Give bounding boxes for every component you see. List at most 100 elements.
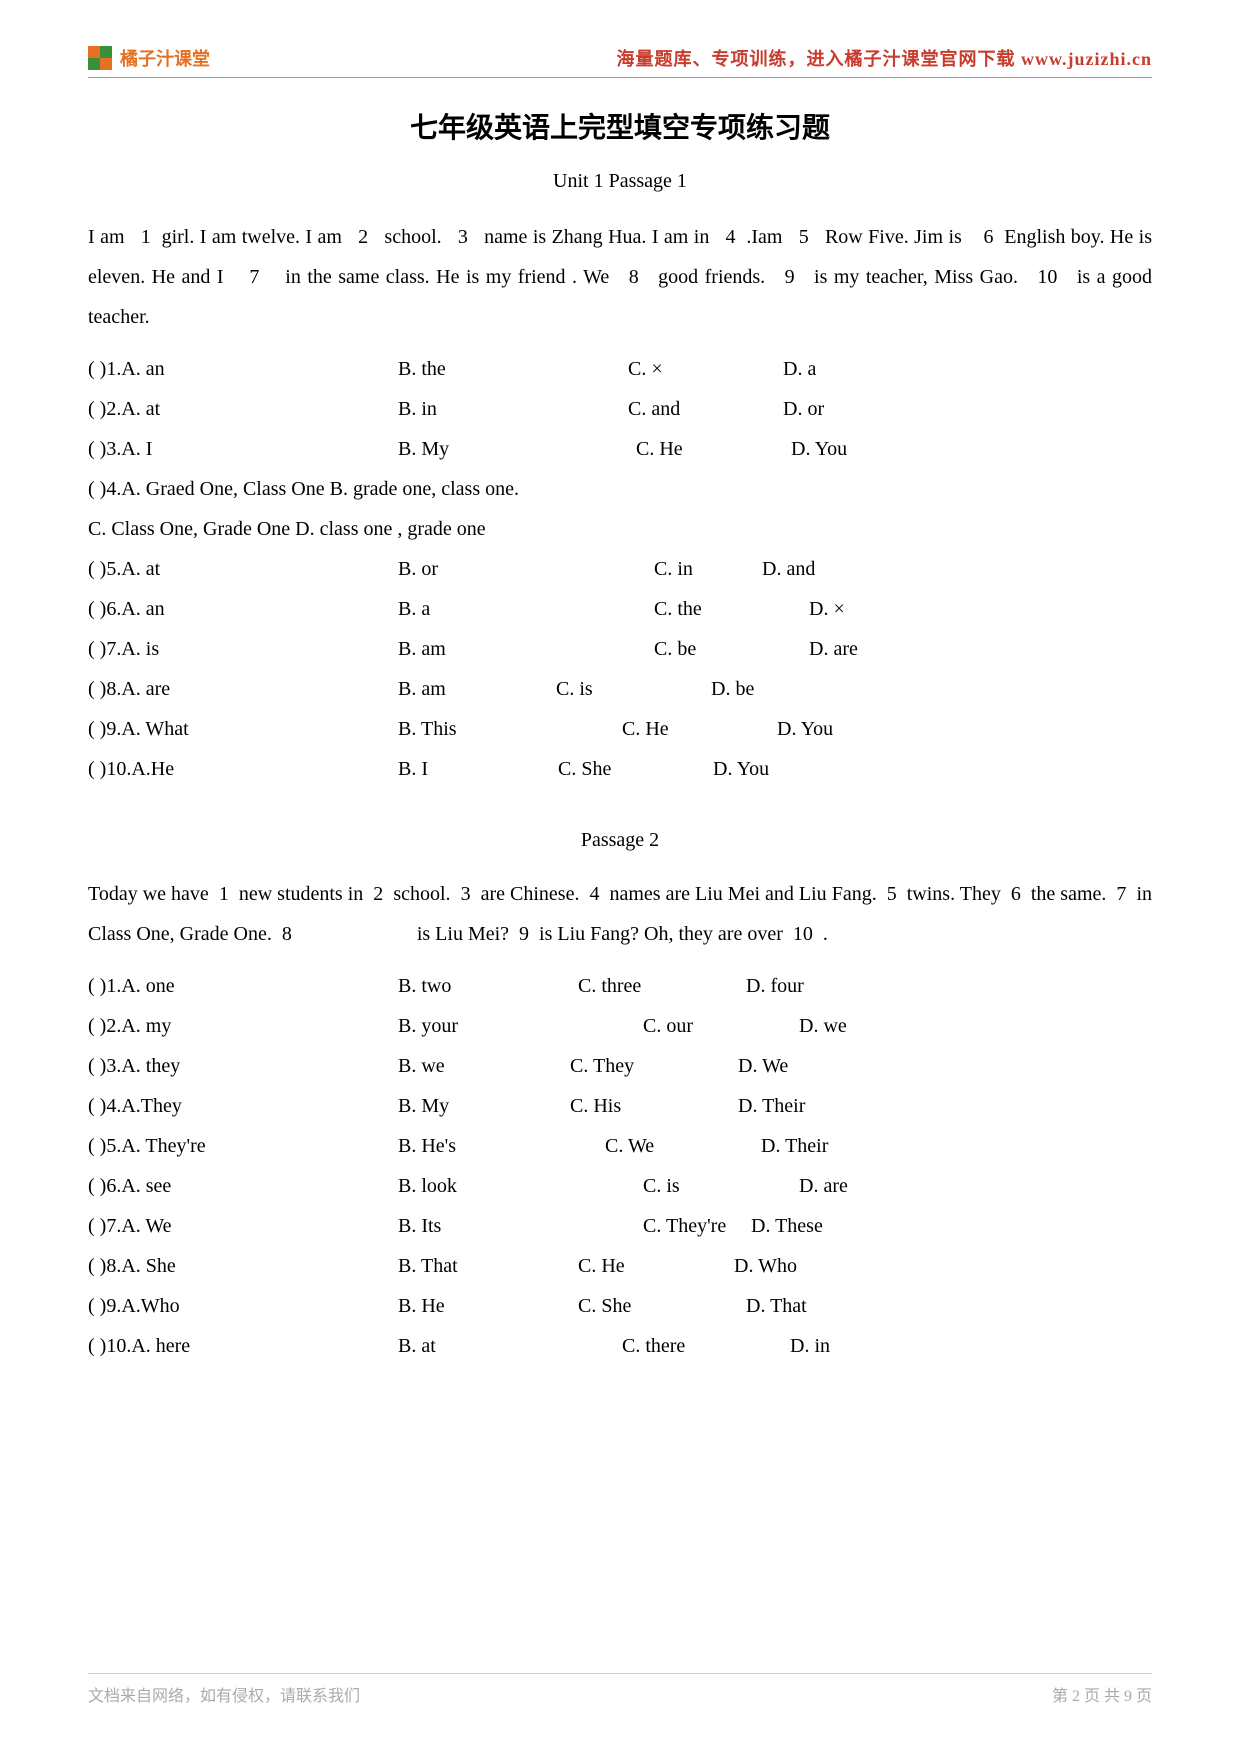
option-a: ( )8.A. She xyxy=(88,1246,398,1286)
header-link: 海量题库、专项训练，进入橘子汁课堂官网下载 www.juzizhi.cn xyxy=(617,45,1153,71)
option-b: B. I xyxy=(398,749,558,789)
option-b: B. two xyxy=(398,966,578,1006)
question-row: ( )9.A. WhatB. ThisC. HeD. You xyxy=(88,709,1152,749)
option-b: B. a xyxy=(398,589,654,629)
option-b: B. Its xyxy=(398,1206,643,1246)
option-d: D. or xyxy=(783,389,938,429)
option-b: B. we xyxy=(398,1046,570,1086)
option-c: C. in xyxy=(654,549,762,589)
option-c: C. They xyxy=(570,1046,738,1086)
option-a: ( )7.A. is xyxy=(88,629,398,669)
question-row: ( )7.A. WeB. ItsC. They'reD. These xyxy=(88,1206,1152,1246)
passage-1-questions: ( )1.A. anB. theC. ×D. a( )2.A. atB. inC… xyxy=(88,349,1152,789)
question-line: ( )4.A. Graed One, Class One B. grade on… xyxy=(88,469,1152,509)
option-a: ( )3.A. I xyxy=(88,429,398,469)
option-b: B. He's xyxy=(398,1126,605,1166)
option-c: C. She xyxy=(578,1286,746,1326)
question-row: ( )4.A.TheyB. MyC. HisD. Their xyxy=(88,1086,1152,1126)
option-a: ( )3.A. they xyxy=(88,1046,398,1086)
option-b: B. My xyxy=(398,429,636,469)
footer-left: 文档来自网络，如有侵权，请联系我们 xyxy=(88,1682,360,1706)
option-c: C. our xyxy=(643,1006,799,1046)
option-d: D. Their xyxy=(761,1126,929,1166)
question-row: ( )8.A. SheB. ThatC. HeD. Who xyxy=(88,1246,1152,1286)
question-line: C. Class One, Grade One D. class one , g… xyxy=(88,509,1152,549)
question-row: ( )10.A.HeB. IC. SheD. You xyxy=(88,749,1152,789)
option-c: C. His xyxy=(570,1086,738,1126)
option-d: D. four xyxy=(746,966,891,1006)
option-c: C. is xyxy=(643,1166,799,1206)
option-b: B. That xyxy=(398,1246,578,1286)
option-d: D. be xyxy=(711,669,866,709)
option-d: D. Who xyxy=(734,1246,902,1286)
option-c: C. and xyxy=(628,389,783,429)
option-d: D. Their xyxy=(738,1086,906,1126)
option-b: B. am xyxy=(398,629,654,669)
option-a: ( )7.A. We xyxy=(88,1206,398,1246)
question-row: ( )3.A. theyB. weC. TheyD. We xyxy=(88,1046,1152,1086)
option-a: ( )10.A. here xyxy=(88,1326,398,1366)
option-a: ( )8.A. are xyxy=(88,669,398,709)
question-row: ( )3.A. IB. MyC. HeD. You xyxy=(88,429,1152,469)
option-d: D. You xyxy=(713,749,868,789)
option-b: B. look xyxy=(398,1166,643,1206)
logo-text: 橘子汁课堂 xyxy=(120,45,210,71)
unit-passage-title: Unit 1 Passage 1 xyxy=(88,170,1152,193)
option-c: C. He xyxy=(622,709,777,749)
passage-1-text: I am 1 girl. I am twelve. I am 2 school.… xyxy=(88,217,1152,337)
option-b: B. in xyxy=(398,389,628,429)
footer-right: 第 2 页 共 9 页 xyxy=(1052,1682,1152,1706)
question-row: ( )1.A. oneB. twoC. threeD. four xyxy=(88,966,1152,1006)
option-d: D. in xyxy=(790,1326,938,1366)
option-a: ( )1.A. an xyxy=(88,349,398,389)
option-b: B. or xyxy=(398,549,654,589)
passage-2-questions: ( )1.A. oneB. twoC. threeD. four( )2.A. … xyxy=(88,966,1152,1366)
option-c: C. They're xyxy=(643,1206,751,1246)
option-d: D. We xyxy=(738,1046,883,1086)
option-a: ( )10.A.He xyxy=(88,749,398,789)
option-c: C. She xyxy=(558,749,713,789)
option-a: ( )1.A. one xyxy=(88,966,398,1006)
option-c: C. the xyxy=(654,589,809,629)
option-a: ( )6.A. an xyxy=(88,589,398,629)
main-title: 七年级英语上完型填空专项练习题 xyxy=(88,106,1152,146)
option-c: C. We xyxy=(605,1126,761,1166)
logo-icon xyxy=(88,46,112,70)
option-a: ( )9.A. What xyxy=(88,709,398,749)
question-row: ( )1.A. anB. theC. ×D. a xyxy=(88,349,1152,389)
option-d: D. a xyxy=(783,349,878,389)
question-row: ( )9.A.WhoB. HeC. SheD. That xyxy=(88,1286,1152,1326)
passage-2-title: Passage 2 xyxy=(88,829,1152,852)
option-c: C. He xyxy=(636,429,791,469)
option-a: ( )5.A. They're xyxy=(88,1126,398,1166)
option-a: ( )9.A.Who xyxy=(88,1286,398,1326)
option-b: B. the xyxy=(398,349,628,389)
option-b: B. at xyxy=(398,1326,622,1366)
option-d: D. we xyxy=(799,1006,955,1046)
logo: 橘子汁课堂 xyxy=(88,45,210,71)
question-row: ( )2.A. atB. inC. andD. or xyxy=(88,389,1152,429)
passage-2-text: Today we have 1 new students in 2 school… xyxy=(88,874,1152,954)
option-d: D. That xyxy=(746,1286,914,1326)
option-d: D. × xyxy=(809,589,957,629)
page-header: 橘子汁课堂 海量题库、专项训练，进入橘子汁课堂官网下载 www.juzizhi.… xyxy=(88,45,1152,78)
option-a: ( )6.A. see xyxy=(88,1166,398,1206)
option-b: B. This xyxy=(398,709,622,749)
option-d: D. You xyxy=(777,709,932,749)
option-b: B. He xyxy=(398,1286,578,1326)
option-d: D. are xyxy=(799,1166,984,1206)
option-c: C. × xyxy=(628,349,783,389)
option-d: D. You xyxy=(791,429,946,469)
option-a: ( )2.A. at xyxy=(88,389,398,429)
option-c: C. be xyxy=(654,629,809,669)
option-d: D. and xyxy=(762,549,967,589)
question-row: ( )2.A. myB. yourC. ourD. we xyxy=(88,1006,1152,1046)
question-row: ( )5.A. They'reB. He'sC. WeD. Their xyxy=(88,1126,1152,1166)
question-row: ( )10.A. hereB. atC. thereD. in xyxy=(88,1326,1152,1366)
option-b: B. am xyxy=(398,669,556,709)
option-b: B. your xyxy=(398,1006,643,1046)
question-row: ( )5.A. atB. orC. inD. and xyxy=(88,549,1152,589)
option-c: C. there xyxy=(622,1326,790,1366)
option-a: ( )2.A. my xyxy=(88,1006,398,1046)
option-a: ( )4.A.They xyxy=(88,1086,398,1126)
